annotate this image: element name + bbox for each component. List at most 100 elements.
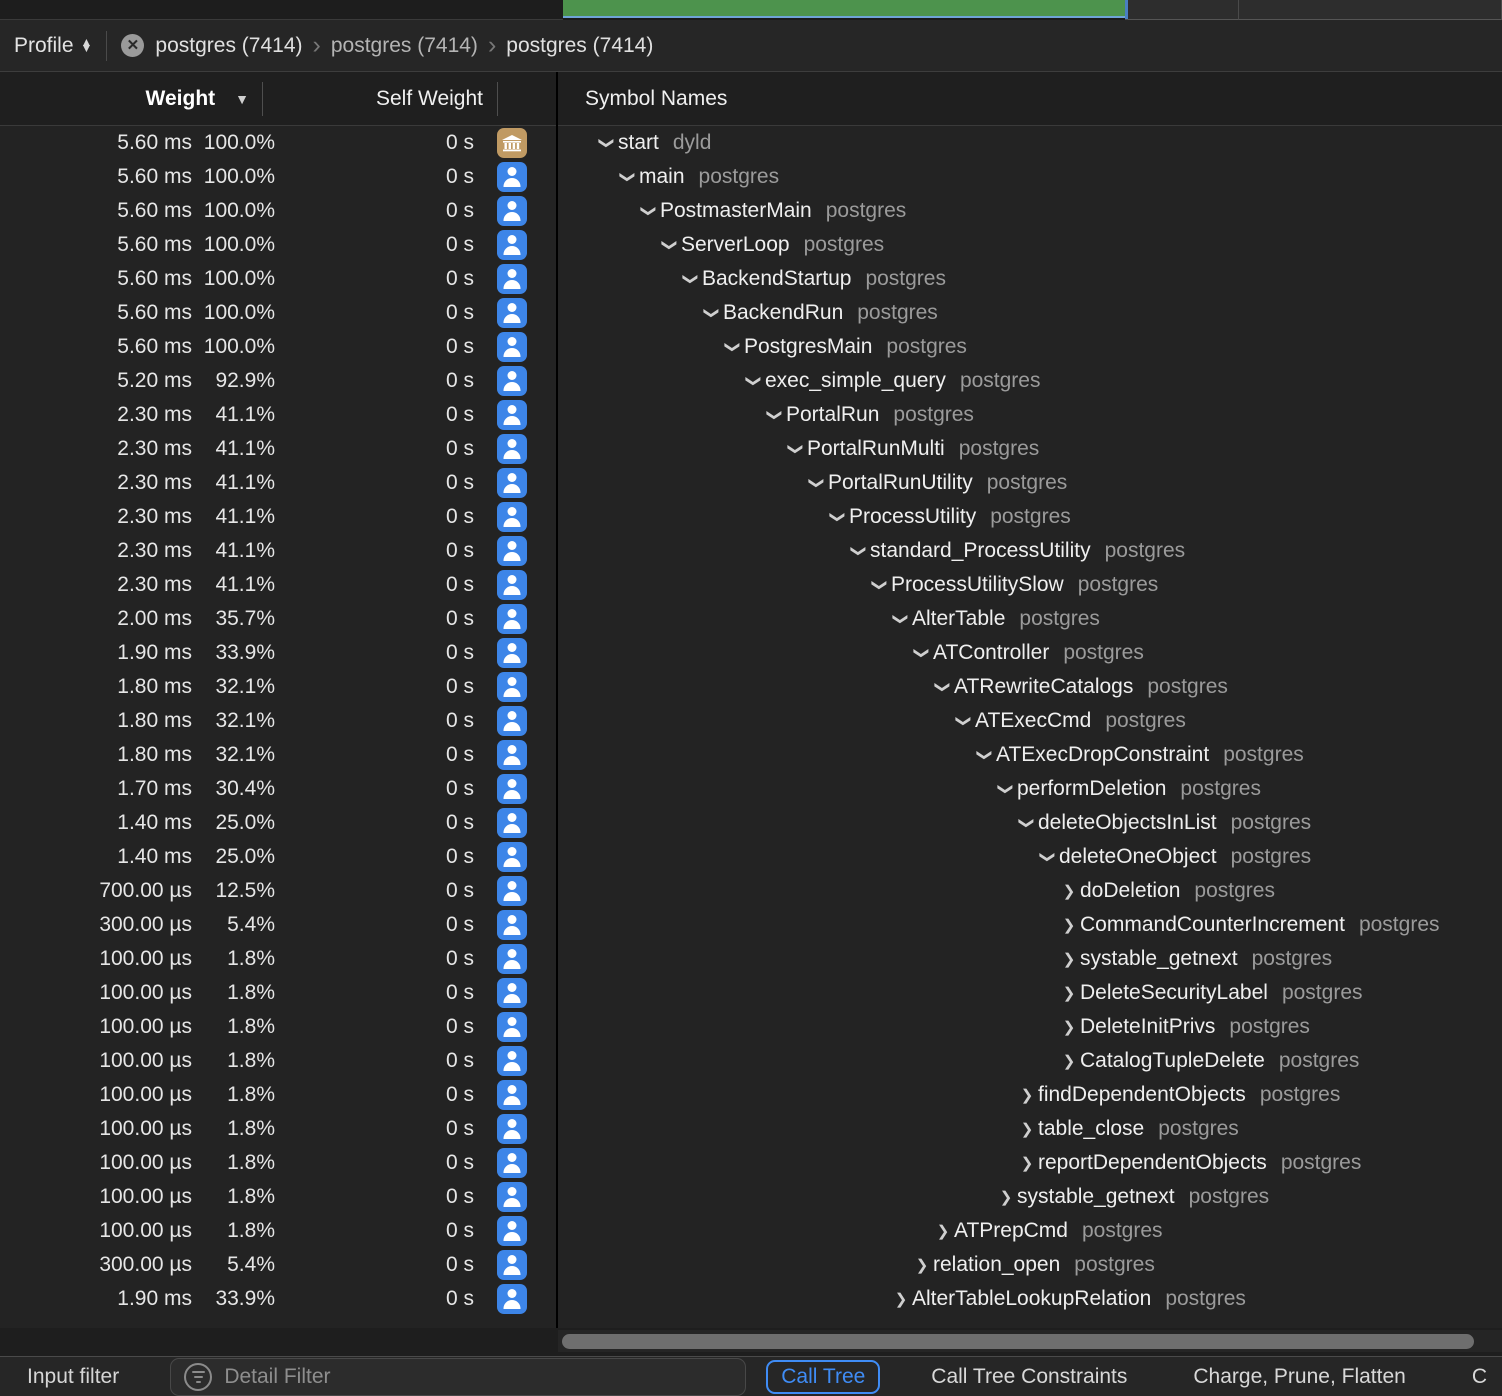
table-row[interactable]: 1.90 ms 33.9% 0 s bbox=[0, 636, 556, 670]
chevron-down-icon[interactable]: ❯ bbox=[934, 676, 952, 698]
chevron-down-icon[interactable]: ❯ bbox=[871, 574, 889, 596]
chevron-down-icon[interactable]: ❯ bbox=[829, 506, 847, 528]
table-row[interactable]: 1.70 ms 30.4% 0 s bbox=[0, 772, 556, 806]
symbol-tree-row[interactable]: ❯ ProcessUtilitySlow postgres bbox=[558, 568, 1502, 602]
table-row[interactable]: 5.60 ms 100.0% 0 s bbox=[0, 160, 556, 194]
symbol-tree-row[interactable]: ❯ CatalogTupleDelete postgres bbox=[558, 1044, 1502, 1078]
chevron-down-icon[interactable]: ❯ bbox=[787, 438, 805, 460]
column-header-symbol-names[interactable]: Symbol Names bbox=[545, 87, 1502, 111]
chevron-right-icon[interactable]: ❯ bbox=[1058, 916, 1080, 934]
symbol-tree-row[interactable]: ❯ ATExecDropConstraint postgres bbox=[558, 738, 1502, 772]
symbol-tree-pane[interactable]: ❯ start dyld ❯ main postgres ❯ PostmasterMain po… bbox=[558, 126, 1502, 1328]
breadcrumb-item-2[interactable]: postgres (7414) bbox=[506, 34, 653, 58]
chevron-right-icon[interactable]: ❯ bbox=[1058, 1018, 1080, 1036]
table-row[interactable]: 5.60 ms 100.0% 0 s bbox=[0, 296, 556, 330]
symbol-tree-row[interactable]: ❯ ATExecCmd postgres bbox=[558, 704, 1502, 738]
detail-filter-field[interactable] bbox=[170, 1357, 747, 1396]
column-header-self-weight[interactable]: Self Weight bbox=[263, 87, 497, 111]
chevron-down-icon[interactable]: ❯ bbox=[1039, 846, 1057, 868]
track-segment-1[interactable] bbox=[1127, 0, 1239, 20]
chevron-right-icon[interactable]: ❯ bbox=[1058, 950, 1080, 968]
table-row[interactable]: 2.30 ms 41.1% 0 s bbox=[0, 398, 556, 432]
table-row[interactable]: 100.00 µs 1.8% 0 s bbox=[0, 1010, 556, 1044]
table-row[interactable]: 5.60 ms 100.0% 0 s bbox=[0, 228, 556, 262]
symbol-tree-row[interactable]: ❯ findDependentObjects postgres bbox=[558, 1078, 1502, 1112]
table-row[interactable]: 700.00 µs 12.5% 0 s bbox=[0, 874, 556, 908]
symbol-tree-row[interactable]: ❯ AlterTable postgres bbox=[558, 602, 1502, 636]
symbol-tree-row[interactable]: ❯ relation_open postgres bbox=[558, 1248, 1502, 1282]
chevron-right-icon[interactable]: ❯ bbox=[995, 1188, 1017, 1206]
symbol-tree-row[interactable]: ❯ BackendRun postgres bbox=[558, 296, 1502, 330]
symbol-tree-row[interactable]: ❯ performDeletion postgres bbox=[558, 772, 1502, 806]
symbol-tree-row[interactable]: ❯ PortalRunUtility postgres bbox=[558, 466, 1502, 500]
symbol-tree-row[interactable]: ❯ doDeletion postgres bbox=[558, 874, 1502, 908]
chevron-down-icon[interactable]: ❯ bbox=[724, 336, 742, 358]
symbol-tree-row[interactable]: ❯ PostgresMain postgres bbox=[558, 330, 1502, 364]
symbol-tree-row[interactable]: ❯ PortalRun postgres bbox=[558, 398, 1502, 432]
chevron-right-icon[interactable]: ❯ bbox=[1016, 1086, 1038, 1104]
profile-popup-button[interactable]: Profile ▲ ▼ bbox=[14, 34, 92, 58]
symbol-tree-row[interactable]: ❯ systable_getnext postgres bbox=[558, 942, 1502, 976]
table-row[interactable]: 100.00 µs 1.8% 0 s bbox=[0, 1044, 556, 1078]
symbol-tree-row[interactable]: ❯ AlterTableLookupRelation postgres bbox=[558, 1282, 1502, 1316]
chevron-down-icon[interactable]: ❯ bbox=[598, 132, 616, 154]
chevron-down-icon[interactable]: ❯ bbox=[850, 540, 868, 562]
close-circle-icon[interactable]: ✕ bbox=[121, 34, 145, 57]
symbol-tree-row[interactable]: ❯ reportDependentObjects postgres bbox=[558, 1146, 1502, 1180]
weights-pane[interactable]: 5.60 ms 100.0% 0 s 5.60 ms 100.0% 0 s 5.60 ms 1… bbox=[0, 126, 556, 1328]
symbol-tree-row[interactable]: ❯ PortalRunMulti postgres bbox=[558, 432, 1502, 466]
chevron-down-icon[interactable]: ❯ bbox=[976, 744, 994, 766]
table-row[interactable]: 100.00 µs 1.8% 0 s bbox=[0, 1146, 556, 1180]
table-row[interactable]: 300.00 µs 5.4% 0 s bbox=[0, 1248, 556, 1282]
table-row[interactable]: 100.00 µs 1.8% 0 s bbox=[0, 942, 556, 976]
table-row[interactable]: 5.60 ms 100.0% 0 s bbox=[0, 262, 556, 296]
bottom-action-c[interactable]: C bbox=[1457, 1360, 1502, 1394]
symbol-tree-row[interactable]: ❯ ATController postgres bbox=[558, 636, 1502, 670]
chevron-down-icon[interactable]: ❯ bbox=[997, 778, 1015, 800]
symbol-tree-row[interactable]: ❯ ATRewriteCatalogs postgres bbox=[558, 670, 1502, 704]
track-green-sample-bar[interactable] bbox=[562, 0, 1125, 18]
chevron-down-icon[interactable]: ❯ bbox=[619, 166, 637, 188]
table-row[interactable]: 1.80 ms 32.1% 0 s bbox=[0, 704, 556, 738]
chevron-down-icon[interactable]: ❯ bbox=[955, 710, 973, 732]
track-segment-2[interactable] bbox=[1238, 0, 1502, 20]
table-row[interactable]: 100.00 µs 1.8% 0 s bbox=[0, 1180, 556, 1214]
bottom-action-call-tree[interactable]: Call Tree bbox=[766, 1359, 881, 1394]
detail-filter-input[interactable] bbox=[224, 1364, 746, 1389]
table-row[interactable]: 1.40 ms 25.0% 0 s bbox=[0, 806, 556, 840]
table-row[interactable]: 2.30 ms 41.1% 0 s bbox=[0, 466, 556, 500]
chevron-down-icon[interactable]: ❯ bbox=[913, 642, 931, 664]
chevron-down-icon[interactable]: ❯ bbox=[745, 370, 763, 392]
symbol-tree-row[interactable]: ❯ systable_getnext postgres bbox=[558, 1180, 1502, 1214]
breadcrumb-item-1[interactable]: postgres (7414) bbox=[331, 34, 478, 58]
table-row[interactable]: 5.60 ms 100.0% 0 s bbox=[0, 330, 556, 364]
table-row[interactable]: 5.60 ms 100.0% 0 s bbox=[0, 126, 556, 160]
symbol-tree-row[interactable]: ❯ main postgres bbox=[558, 160, 1502, 194]
chevron-right-icon[interactable]: ❯ bbox=[1058, 984, 1080, 1002]
symbol-tree-row[interactable]: ❯ ATPrepCmd postgres bbox=[558, 1214, 1502, 1248]
symbol-tree-row[interactable]: ❯ DeleteSecurityLabel postgres bbox=[558, 976, 1502, 1010]
symbol-tree-row[interactable]: ❯ PostmasterMain postgres bbox=[558, 194, 1502, 228]
symbol-tree-row[interactable]: ❯ exec_simple_query postgres bbox=[558, 364, 1502, 398]
symbol-tree-row[interactable]: ❯ DeleteInitPrivs postgres bbox=[558, 1010, 1502, 1044]
table-row[interactable]: 2.30 ms 41.1% 0 s bbox=[0, 500, 556, 534]
table-row[interactable]: 5.20 ms 92.9% 0 s bbox=[0, 364, 556, 398]
chevron-right-icon[interactable]: ❯ bbox=[1016, 1154, 1038, 1172]
chevron-right-icon[interactable]: ❯ bbox=[890, 1290, 912, 1308]
chevron-down-icon[interactable]: ❯ bbox=[766, 404, 784, 426]
chevron-right-icon[interactable]: ❯ bbox=[1016, 1120, 1038, 1138]
symbol-tree-row[interactable]: ❯ deleteObjectsInList postgres bbox=[558, 806, 1502, 840]
table-row[interactable]: 1.80 ms 32.1% 0 s bbox=[0, 670, 556, 704]
breadcrumb-item-0[interactable]: ✕ postgres (7414) bbox=[121, 34, 303, 58]
chevron-down-icon[interactable]: ❯ bbox=[640, 200, 658, 222]
symbol-tree-row[interactable]: ❯ deleteOneObject postgres bbox=[558, 840, 1502, 874]
column-divider[interactable] bbox=[497, 81, 498, 116]
chevron-right-icon[interactable]: ❯ bbox=[1058, 882, 1080, 900]
symbol-tree-row[interactable]: ❯ ProcessUtility postgres bbox=[558, 500, 1502, 534]
column-header-weight[interactable]: Weight ▼ bbox=[0, 87, 262, 111]
table-row[interactable]: 1.40 ms 25.0% 0 s bbox=[0, 840, 556, 874]
table-row[interactable]: 2.30 ms 41.1% 0 s bbox=[0, 432, 556, 466]
table-row[interactable]: 1.80 ms 32.1% 0 s bbox=[0, 738, 556, 772]
bottom-action-charge-prune-flatten[interactable]: Charge, Prune, Flatten bbox=[1178, 1360, 1420, 1394]
table-row[interactable]: 2.30 ms 41.1% 0 s bbox=[0, 568, 556, 602]
